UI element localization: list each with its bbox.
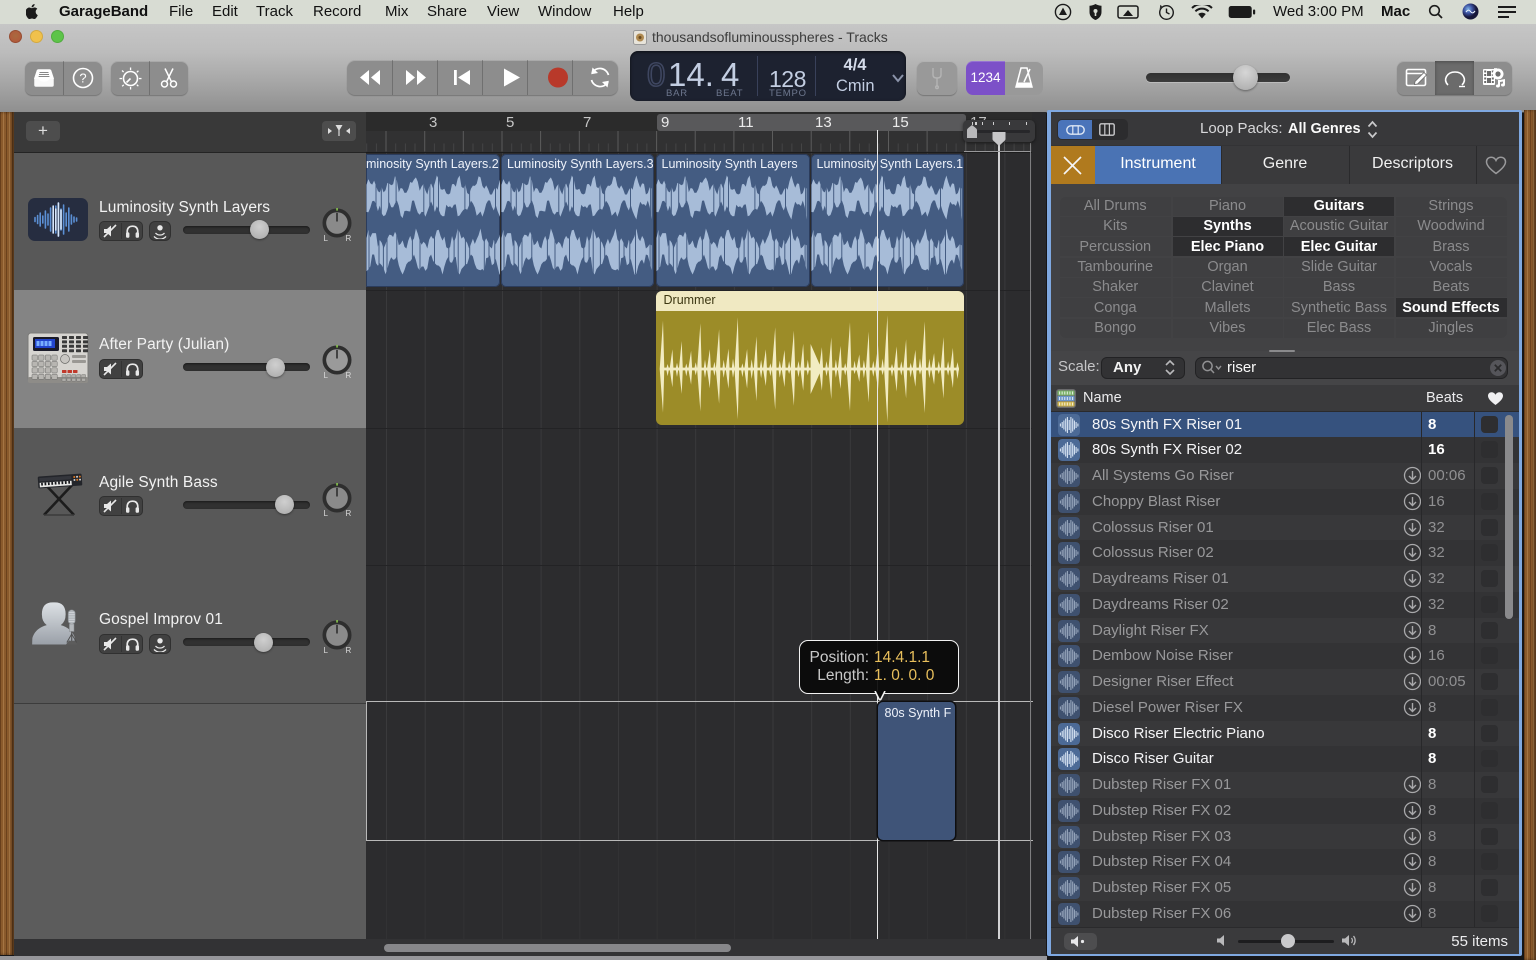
svg-text:L: L <box>324 234 329 242</box>
svg-text:R: R <box>346 371 352 379</box>
svg-text:R: R <box>346 509 352 517</box>
svg-text:R: R <box>346 234 352 242</box>
svg-text:L: L <box>324 371 329 379</box>
svg-text:?: ? <box>79 71 86 86</box>
svg-text:L: L <box>324 646 329 654</box>
svg-text:R: R <box>346 646 352 654</box>
svg-text:L: L <box>324 509 329 517</box>
